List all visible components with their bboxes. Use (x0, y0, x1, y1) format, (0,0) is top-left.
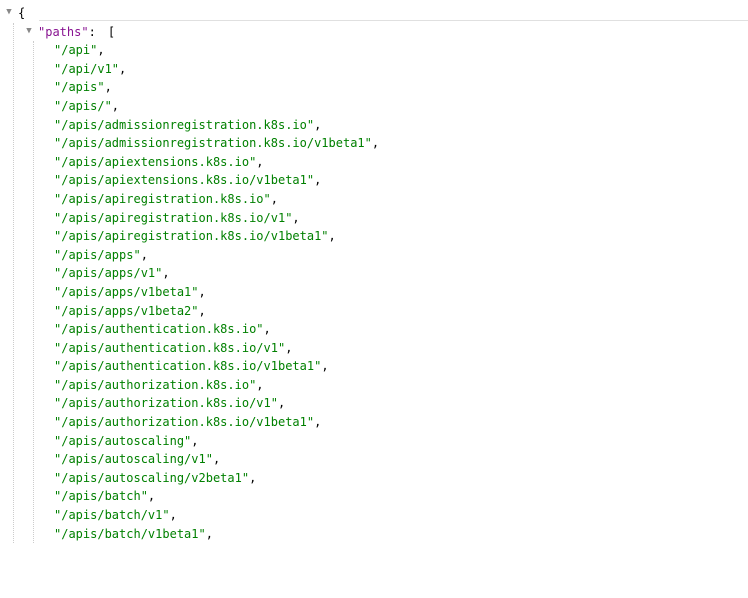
json-string-value: "/apis/authentication.k8s.io/v1beta1" (54, 357, 321, 376)
array-item: "/apis/batch", (54, 487, 748, 506)
array-item: "/apis/apps/v1beta1", (54, 283, 748, 302)
comma: , (213, 450, 220, 469)
json-string-value: "/api/v1" (54, 60, 119, 79)
array-item: "/apis/apiregistration.k8s.io/v1", (54, 209, 748, 228)
array-item: "/apis/admissionregistration.k8s.io", (54, 116, 748, 135)
array-item: "/apis/autoscaling/v2beta1", (54, 469, 748, 488)
json-string-value: "/apis/authentication.k8s.io/v1" (54, 339, 285, 358)
array-item: "/apis/authentication.k8s.io/v1", (54, 339, 748, 358)
chevron-down-icon[interactable] (24, 27, 34, 37)
comma: , (314, 116, 321, 135)
comma: , (372, 134, 379, 153)
json-string-value: "/apis/apps/v1" (54, 264, 162, 283)
json-string-value: "/apis/apiregistration.k8s.io/v1" (54, 209, 292, 228)
json-string-value: "/api" (54, 41, 97, 60)
comma: , (191, 432, 198, 451)
json-string-value: "/apis/batch" (54, 487, 148, 506)
comma: , (199, 283, 206, 302)
comma: , (285, 339, 292, 358)
json-string-value: "/apis/authorization.k8s.io/v1beta1" (54, 413, 314, 432)
array-item: "/api/v1", (54, 60, 748, 79)
open-brace: { (18, 4, 25, 23)
comma: , (105, 78, 112, 97)
comma: , (206, 525, 213, 544)
comma: , (97, 41, 104, 60)
json-string-value: "/apis/apps/v1beta2" (54, 302, 199, 321)
comma: , (162, 264, 169, 283)
json-string-value: "/apis/authorization.k8s.io" (54, 376, 256, 395)
array-item: "/apis/authorization.k8s.io/v1beta1", (54, 413, 748, 432)
array-item: "/apis/autoscaling", (54, 432, 748, 451)
array-item: "/api", (54, 41, 748, 60)
array-item: "/apis/apiextensions.k8s.io/v1beta1", (54, 171, 748, 190)
array-item: "/apis/admissionregistration.k8s.io/v1be… (54, 134, 748, 153)
comma: , (278, 394, 285, 413)
json-string-value: "/apis/admissionregistration.k8s.io" (54, 116, 314, 135)
array-children: "/api","/api/v1","/apis","/apis/","/apis… (24, 41, 748, 543)
json-string-value: "/apis/autoscaling" (54, 432, 191, 451)
colon: : (89, 23, 96, 42)
json-string-value: "/apis/autoscaling/v1" (54, 450, 213, 469)
array-item: "/apis/apps/v1", (54, 264, 748, 283)
json-string-value: "/apis/batch/v1" (54, 506, 170, 525)
array-item: "/apis/authorization.k8s.io/v1", (54, 394, 748, 413)
json-string-value: "/apis/apiregistration.k8s.io" (54, 190, 271, 209)
chevron-down-icon[interactable] (4, 8, 14, 18)
json-string-value: "/apis/batch/v1beta1" (54, 525, 206, 544)
comma: , (148, 487, 155, 506)
json-string-value: "/apis/autoscaling/v2beta1" (54, 469, 249, 488)
json-string-value: "/apis/apiextensions.k8s.io/v1beta1" (54, 171, 314, 190)
comma: , (256, 153, 263, 172)
json-string-value: "/apis/admissionregistration.k8s.io/v1be… (54, 134, 372, 153)
comma: , (112, 97, 119, 116)
comma: , (199, 302, 206, 321)
array-item: "/apis/authentication.k8s.io", (54, 320, 748, 339)
comma: , (264, 320, 271, 339)
object-children: "paths" : [ "/api","/api/v1","/apis","/a… (4, 23, 748, 544)
array-item: "/apis/apiextensions.k8s.io", (54, 153, 748, 172)
open-bracket: [ (108, 23, 115, 42)
json-string-value: "/apis/authorization.k8s.io/v1" (54, 394, 278, 413)
array-item: "/apis/authorization.k8s.io", (54, 376, 748, 395)
comma: , (329, 227, 336, 246)
json-string-value: "/apis/apiregistration.k8s.io/v1beta1" (54, 227, 329, 246)
comma: , (314, 171, 321, 190)
array-item: "/apis", (54, 78, 748, 97)
array-item: "/apis/apps/v1beta2", (54, 302, 748, 321)
array-item: "/apis/apiregistration.k8s.io", (54, 190, 748, 209)
comma: , (321, 357, 328, 376)
comma: , (271, 190, 278, 209)
json-tree-viewer: { "paths" : [ "/api","/api/v1","/apis","… (4, 4, 748, 543)
comma: , (256, 376, 263, 395)
comma: , (170, 506, 177, 525)
array-item: "/apis/batch/v1beta1", (54, 525, 748, 544)
comma: , (141, 246, 148, 265)
json-string-value: "/apis/authentication.k8s.io" (54, 320, 264, 339)
comma: , (119, 60, 126, 79)
comma: , (314, 413, 321, 432)
json-string-value: "/apis/apps/v1beta1" (54, 283, 199, 302)
array-item: "/apis/", (54, 97, 748, 116)
json-string-value: "/apis/apiextensions.k8s.io" (54, 153, 256, 172)
comma: , (292, 209, 299, 228)
json-string-value: "/apis/" (54, 97, 112, 116)
array-item: "/apis/authentication.k8s.io/v1beta1", (54, 357, 748, 376)
array-item: "/apis/apps", (54, 246, 748, 265)
paths-key-row: "paths" : [ (24, 23, 748, 42)
json-key-paths: "paths" (38, 23, 89, 42)
json-string-value: "/apis/apps" (54, 246, 141, 265)
array-item: "/apis/batch/v1", (54, 506, 748, 525)
array-item: "/apis/autoscaling/v1", (54, 450, 748, 469)
array-item: "/apis/apiregistration.k8s.io/v1beta1", (54, 227, 748, 246)
comma: , (249, 469, 256, 488)
divider-line (39, 20, 748, 21)
json-string-value: "/apis" (54, 78, 105, 97)
